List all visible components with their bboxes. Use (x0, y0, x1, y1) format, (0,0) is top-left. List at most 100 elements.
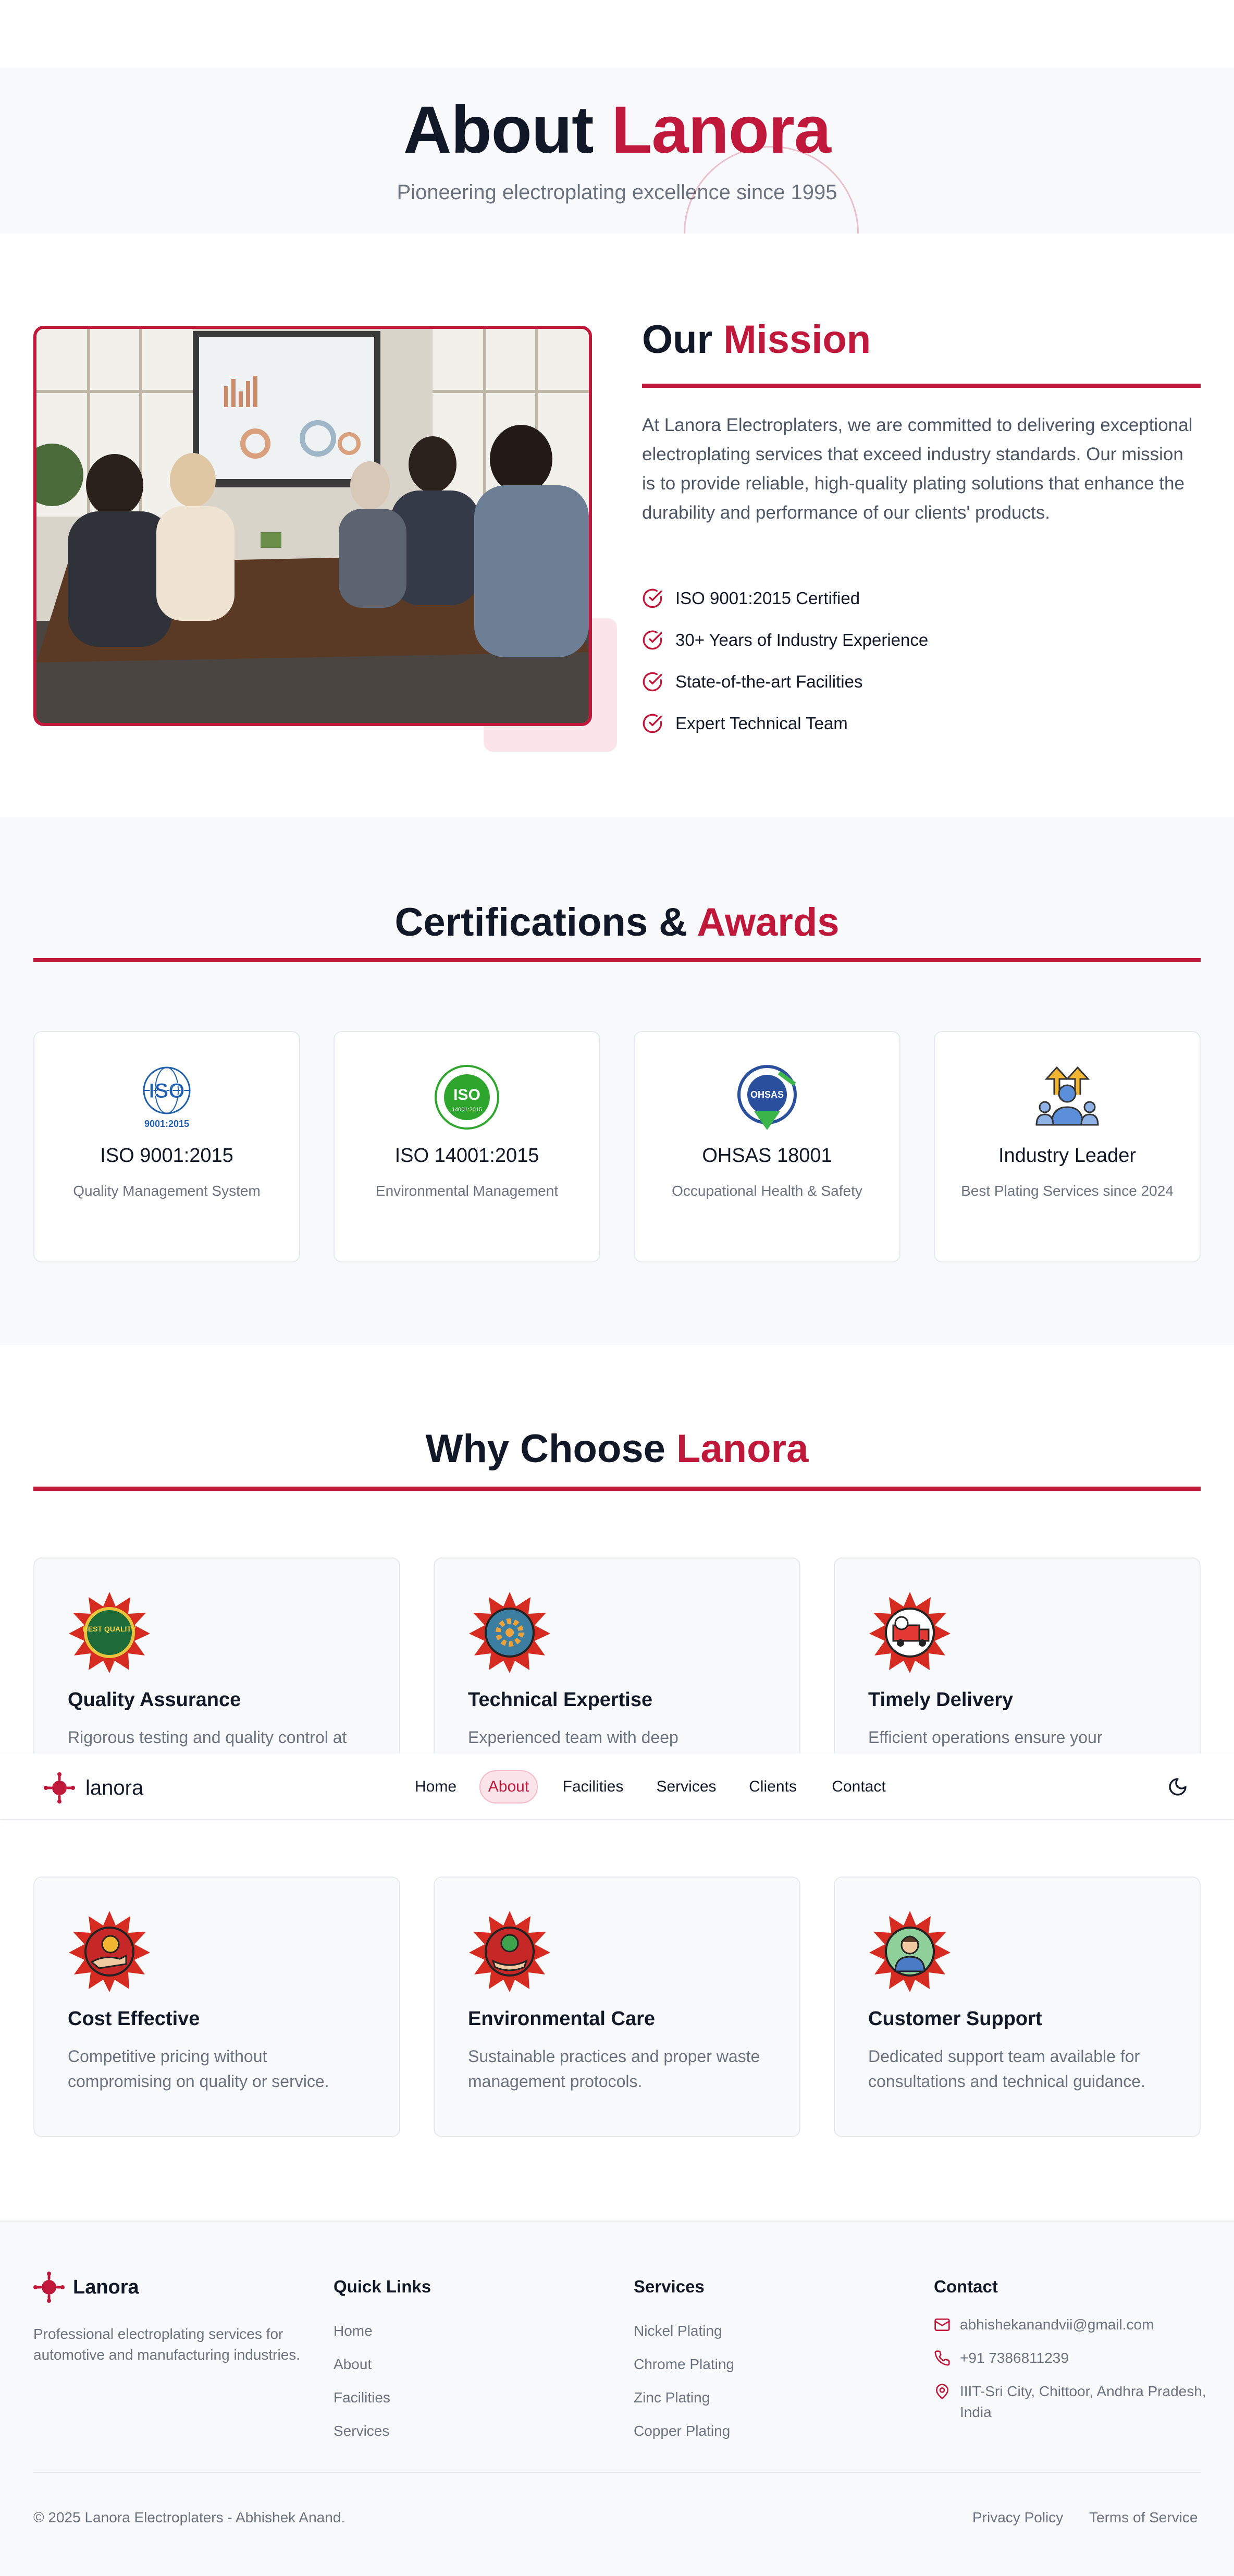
footer-service-zinc[interactable]: Zinc Plating (634, 2381, 734, 2414)
iso-9001-logo: ISO 9001:2015 (133, 1063, 201, 1131)
cert-title: OHSAS 18001 (702, 1145, 832, 1167)
cert-card: OHSAS OHSAS 18001 Occupational Health & … (634, 1031, 900, 1262)
hero-title-main: About (403, 93, 594, 167)
cert-subtitle: Quality Management System (73, 1183, 261, 1199)
quality-badge-text: BEST QUALITY (83, 1625, 137, 1633)
nav-contact[interactable]: Contact (820, 1770, 897, 1804)
feature-desc: Dedicated support team available for con… (868, 2047, 1145, 2091)
moon-icon[interactable] (1167, 1776, 1188, 1797)
footer-contact-title: Contact (934, 2277, 998, 2296)
footer-services-title: Services (634, 2277, 705, 2296)
mission-title: Our Mission (642, 317, 871, 362)
mission-section: Our Mission At Lanora Electroplaters, we… (0, 234, 1234, 817)
highlight-label: State-of-the-art Facilities (675, 672, 863, 691)
hero-section: About Lanora Pioneering electroplating e… (0, 68, 1234, 234)
nav-home[interactable]: Home (405, 1770, 466, 1804)
highlight-item: State-of-the-art Facilities (642, 661, 928, 703)
leader-icon (1033, 1063, 1101, 1131)
check-circle-icon (643, 588, 662, 608)
footer-link-facilities[interactable]: Facilities (334, 2381, 431, 2414)
site-footer: Lanora Professional electroplating servi… (0, 2221, 1234, 2576)
highlight-item: Expert Technical Team (642, 703, 928, 744)
footer-brand-name: Lanora (73, 2276, 139, 2298)
footer-copyright: © 2025 Lanora Electroplaters - Abhishek … (33, 2509, 345, 2525)
feature-title: Customer Support (868, 2008, 1042, 2030)
highlight-label: 30+ Years of Industry Experience (675, 630, 929, 649)
certifications-title: Certifications & Awards (0, 900, 1234, 945)
contact-address-text: IIIT-Sri City, Chittoor, Andhra Pradesh,… (960, 2383, 1206, 2420)
contact-address: IIIT-Sri City, Chittoor, Andhra Pradesh,… (934, 2381, 1226, 2423)
feature-desc: Experienced team with deep (468, 1728, 678, 1747)
feature-title: Cost Effective (68, 2008, 200, 2030)
quality-badge-icon: BEST QUALITY (68, 1591, 151, 1674)
contact-phone[interactable]: +91 7386811239 (934, 2348, 1226, 2369)
support-agent-icon (868, 1910, 952, 1993)
iso-14001-logo-text: ISO (453, 1086, 480, 1103)
cert-subtitle: Environmental Management (375, 1183, 559, 1199)
lanora-logo-icon (33, 2272, 65, 2303)
highlight-label: Expert Technical Team (675, 714, 848, 733)
why-choose-divider (33, 1487, 1201, 1491)
why-choose-title-main: Why Choose (425, 1427, 665, 1471)
nav-services[interactable]: Services (647, 1770, 725, 1804)
feature-desc: Rigorous testing and quality control at (68, 1728, 347, 1747)
contact-email[interactable]: abhishekanandvii@gmail.com (934, 2314, 1226, 2335)
hero-title: About Lanora (0, 93, 1234, 167)
team-meeting-photo (33, 326, 592, 726)
terms-of-service-link[interactable]: Terms of Service (1089, 2509, 1198, 2526)
check-circle-icon (643, 630, 662, 650)
nav-about[interactable]: About (479, 1770, 538, 1804)
cert-card: ISO 14001:2015 ISO 14001:2015 Environmen… (334, 1031, 600, 1262)
feature-desc: Competitive pricing without compromising… (68, 2047, 329, 2091)
money-hand-icon (68, 1910, 151, 1993)
feature-desc: Efficient operations ensure your (868, 1728, 1103, 1747)
footer-service-copper[interactable]: Copper Plating (634, 2414, 734, 2448)
footer-about: Professional electroplating services for… (33, 2326, 301, 2363)
cert-title: ISO 9001:2015 (100, 1145, 233, 1167)
privacy-policy-link[interactable]: Privacy Policy (972, 2509, 1063, 2526)
feature-title: Technical Expertise (468, 1689, 653, 1711)
footer-brand[interactable]: Lanora (33, 2272, 139, 2303)
highlight-item: ISO 9001:2015 Certified (642, 578, 928, 619)
map-pin-icon (936, 2384, 948, 2399)
feature-card: Customer Support Dedicated support team … (834, 1876, 1201, 2137)
phone-icon (934, 2350, 950, 2366)
brand-logo[interactable]: lanora (44, 1772, 143, 1804)
iso-9001-logo-caption: 9001:2015 (144, 1119, 189, 1129)
feature-title: Timely Delivery (868, 1689, 1014, 1711)
footer-link-about[interactable]: About (334, 2348, 431, 2381)
footer-services: Services Nickel Plating Chrome Plating Z… (634, 2277, 734, 2448)
eco-hand-icon (468, 1910, 551, 1993)
nav-clients[interactable]: Clients (739, 1770, 807, 1804)
check-circle-icon (643, 714, 662, 733)
footer-link-services[interactable]: Services (334, 2414, 431, 2448)
iso-14001-logo: ISO 14001:2015 (433, 1063, 501, 1131)
mission-highlights: ISO 9001:2015 Certified 30+ Years of Ind… (642, 578, 928, 744)
feature-title: Environmental Care (468, 2008, 655, 2030)
mission-title-accent: Mission (723, 317, 871, 362)
lanora-logo-icon (44, 1772, 75, 1804)
iso-14001-logo-caption: 14001:2015 (452, 1107, 482, 1113)
mission-divider (642, 384, 1201, 388)
cert-card: ISO 9001:2015 ISO 9001:2015 Quality Mana… (33, 1031, 300, 1262)
nav-facilities[interactable]: Facilities (552, 1770, 634, 1804)
contact-phone-text: +91 7386811239 (960, 2350, 1069, 2366)
why-choose-title-accent: Lanora (676, 1427, 809, 1471)
top-navbar: lanora Home About Facilities Services Cl… (0, 1753, 1234, 1820)
check-circle-icon (643, 672, 662, 692)
cert-title: Industry Leader (998, 1145, 1137, 1167)
certifications-title-main: Certifications & (394, 900, 688, 944)
contact-email-text: abhishekanandvii@gmail.com (960, 2316, 1154, 2333)
ohsas-logo-text: OHSAS (750, 1089, 784, 1100)
iso-9001-logo-text: ISO (149, 1080, 185, 1102)
certifications-title-accent: Awards (697, 900, 840, 944)
feature-title: Quality Assurance (68, 1689, 241, 1711)
footer-contact: Contact abhishekanandvii@gmail.com +91 7… (934, 2277, 1226, 2435)
footer-service-nickel[interactable]: Nickel Plating (634, 2314, 734, 2348)
certifications-section: Certifications & Awards ISO 9001:2015 IS… (0, 817, 1234, 1345)
mission-title-main: Our (642, 317, 713, 362)
footer-service-chrome[interactable]: Chrome Plating (634, 2348, 734, 2381)
footer-link-home[interactable]: Home (334, 2314, 431, 2348)
highlight-item: 30+ Years of Industry Experience (642, 619, 928, 661)
mission-description: At Lanora Electroplaters, we are committ… (642, 415, 1193, 523)
